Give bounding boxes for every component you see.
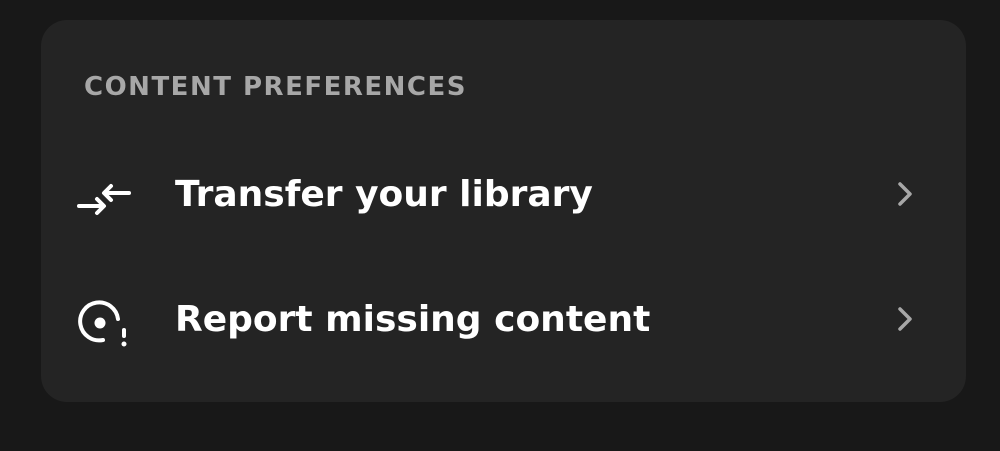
chevron-right-icon	[891, 180, 919, 208]
report-missing-content-row[interactable]: Report missing content	[41, 265, 966, 375]
content-preferences-card: CONTENT PREFERENCES Transfer your librar…	[41, 20, 966, 402]
transfer-library-label: Transfer your library	[175, 174, 593, 215]
transfer-library-row[interactable]: Transfer your library	[41, 140, 966, 250]
report-missing-content-icon	[77, 296, 131, 350]
transfer-arrows-icon	[77, 171, 131, 225]
section-title: CONTENT PREFERENCES	[84, 72, 467, 102]
report-missing-content-label: Report missing content	[175, 299, 651, 340]
chevron-right-icon	[891, 305, 919, 333]
